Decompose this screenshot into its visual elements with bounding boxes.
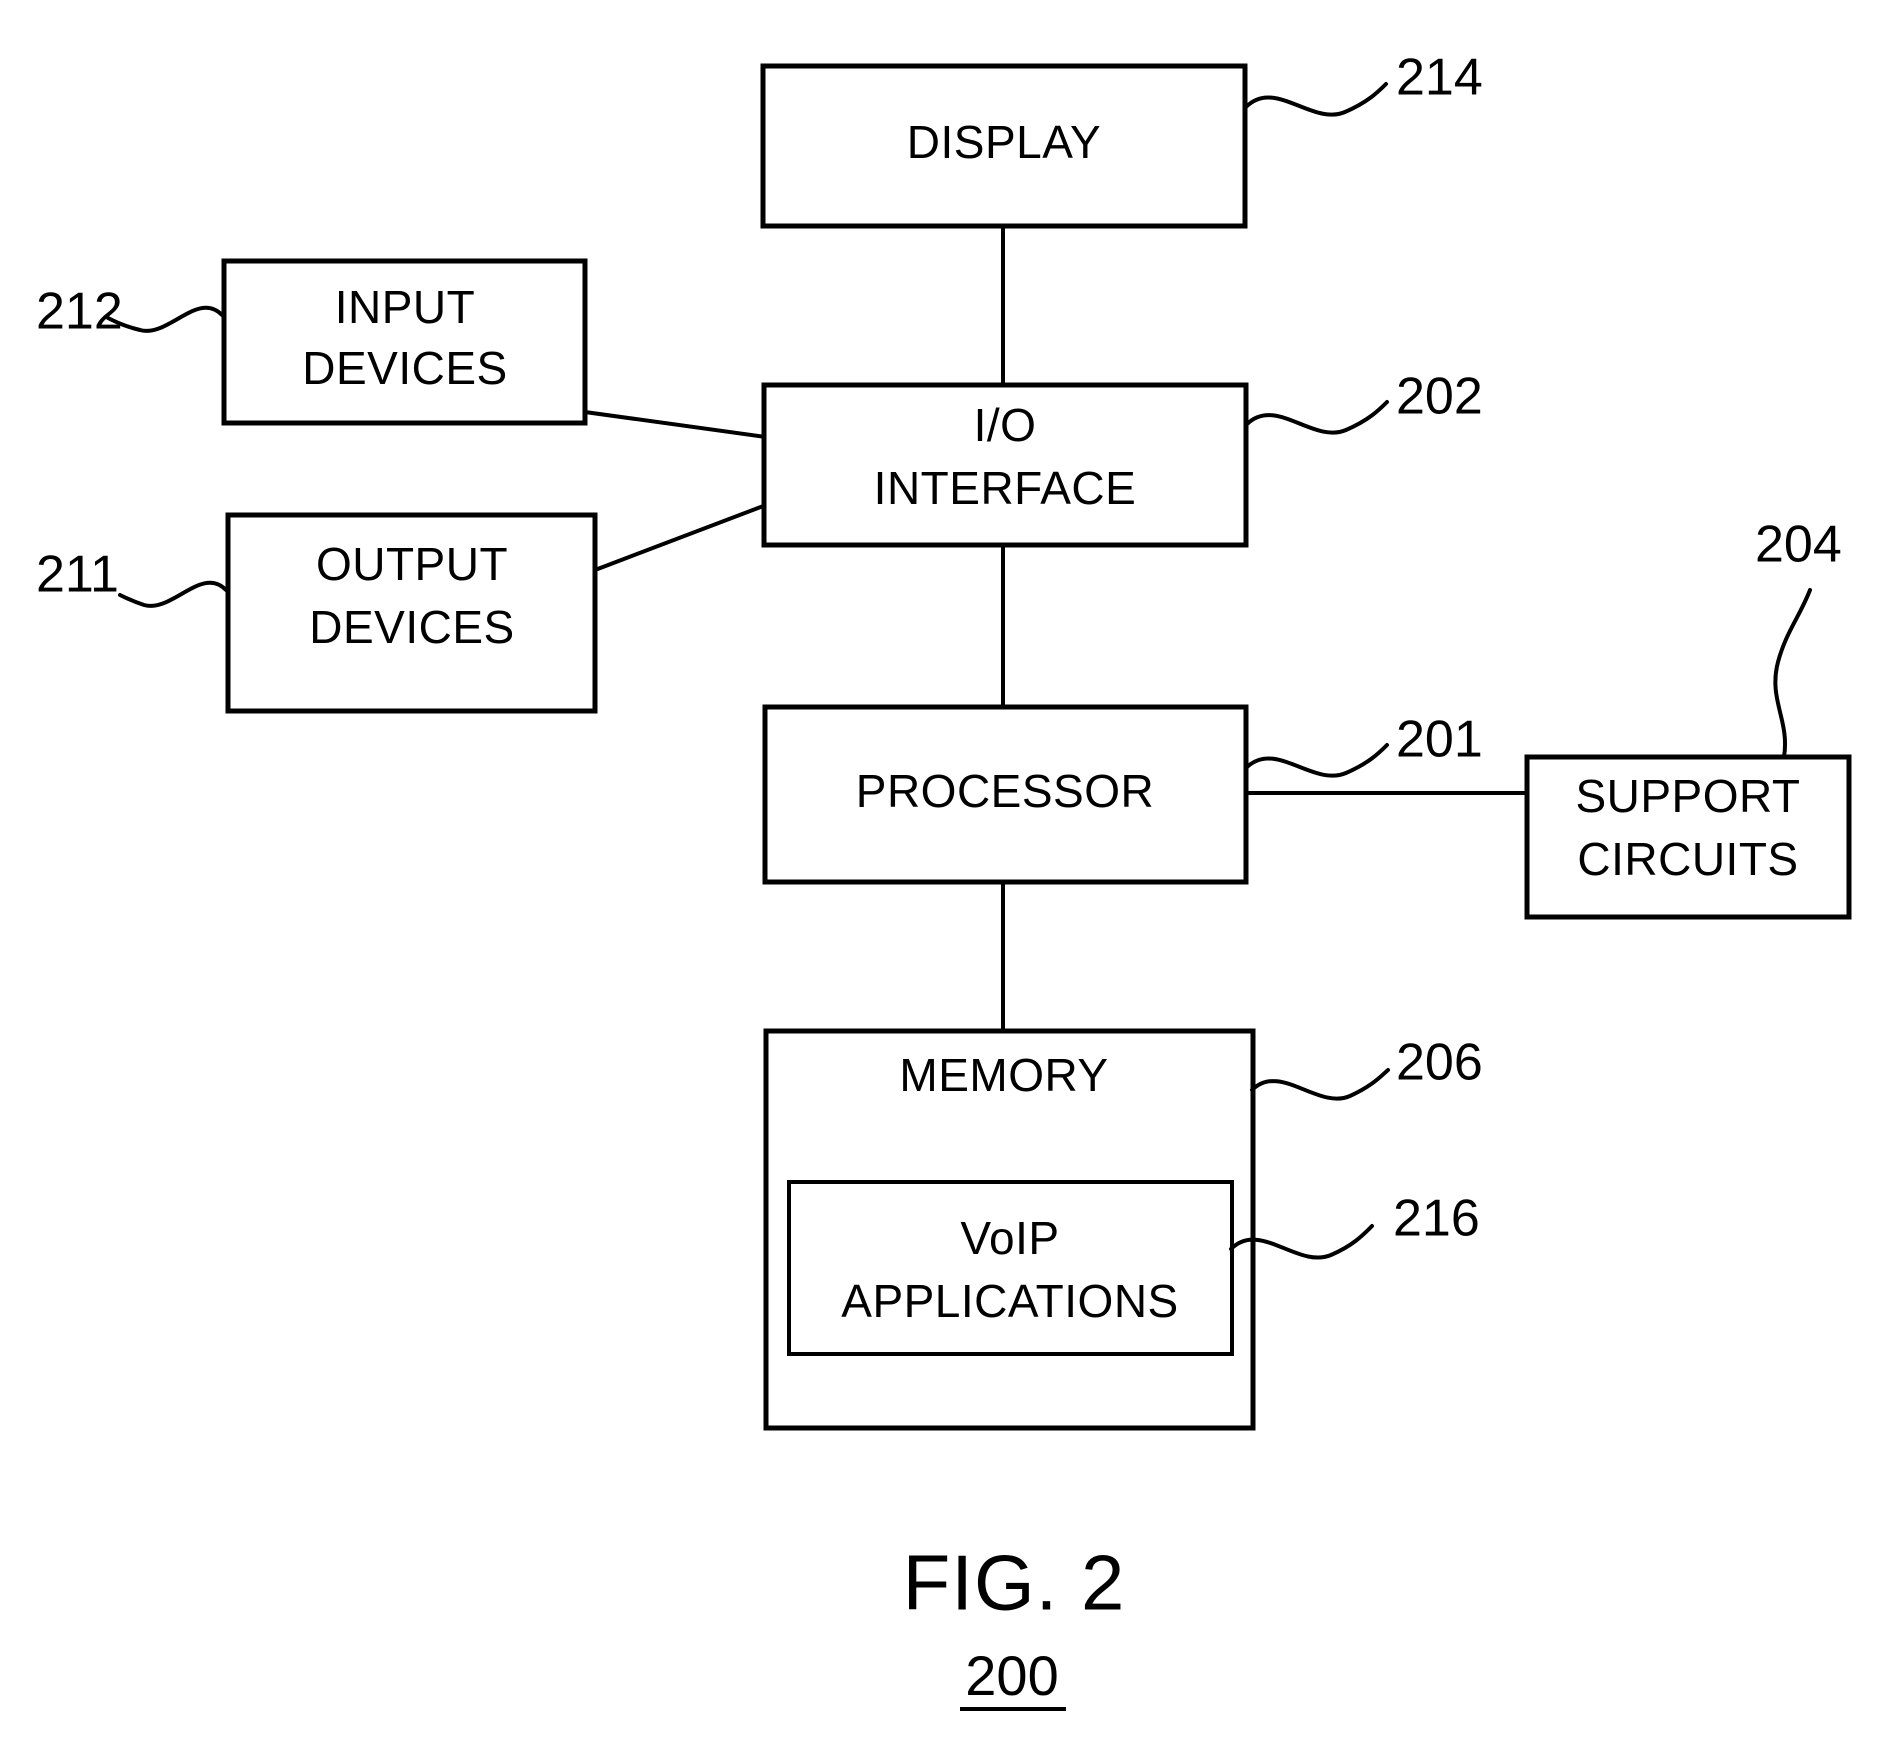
display-label: DISPLAY [907,116,1101,168]
reference-216: 216 [1229,1190,1480,1260]
leader-line-201 [1245,743,1389,778]
block-support-circuits[interactable]: SUPPORT CIRCUITS [1524,754,1852,920]
block-display[interactable]: DISPLAY [760,63,1248,229]
support-circuits-label-line1: SUPPORT [1575,770,1800,822]
block-processor[interactable]: PROCESSOR [762,704,1249,885]
input-devices-label-line2: DEVICES [302,342,507,394]
input-devices-label-line1: INPUT [335,281,476,333]
block-io-interface[interactable]: I/O INTERFACE [761,382,1249,548]
patent-figure-canvas: DISPLAY INPUT DEVICES OUTPUT DEVICES I/O… [0,0,1901,1762]
ref-number-204: 204 [1755,516,1842,574]
ref-number-206: 206 [1396,1034,1483,1092]
ref-number-216: 216 [1393,1190,1480,1248]
reference-202: 202 [1245,368,1483,435]
io-interface-label-line2: INTERFACE [874,462,1137,514]
leader-line-214 [1244,82,1388,117]
block-memory[interactable]: MEMORY VoIP APPLICATIONS [763,1028,1256,1431]
reference-201: 201 [1245,711,1483,778]
reference-204: 204 [1755,516,1842,759]
figure-caption: FIG. 2 200 [903,1539,1126,1711]
leader-line-204 [1773,588,1812,759]
output-devices-label-line2: DEVICES [309,601,514,653]
leader-line-206 [1250,1068,1390,1101]
figure-title: FIG. 2 [903,1539,1126,1627]
memory-label: MEMORY [899,1049,1108,1101]
block-input-devices[interactable]: INPUT DEVICES [221,258,588,426]
support-circuits-label-line2: CIRCUITS [1577,833,1798,885]
io-interface-label-line1: I/O [974,399,1037,451]
leader-line-211 [118,580,228,608]
block-output-devices[interactable]: OUTPUT DEVICES [225,512,598,714]
ref-number-212: 212 [36,283,123,341]
voip-applications-box[interactable] [787,1180,1234,1356]
processor-label: PROCESSOR [856,765,1154,817]
output-devices-label-line1: OUTPUT [316,538,508,590]
connector-output-to-io [592,502,769,573]
block-voip-applications[interactable]: VoIP APPLICATIONS [787,1180,1234,1356]
reference-211: 211 [36,546,228,608]
connector-lines [582,224,1529,1033]
ref-number-202: 202 [1396,368,1483,426]
connector-input-to-io [582,409,769,440]
voip-applications-label-line1: VoIP [960,1212,1059,1264]
block-diagram: DISPLAY INPUT DEVICES OUTPUT DEVICES I/O… [36,49,1852,1711]
ref-number-214: 214 [1396,49,1483,107]
leader-line-212 [106,305,224,333]
reference-214: 214 [1244,49,1483,117]
ref-number-201: 201 [1396,711,1483,769]
reference-212: 212 [36,283,224,341]
voip-applications-label-line2: APPLICATIONS [841,1275,1178,1327]
figure-number: 200 [965,1644,1058,1707]
ref-number-211: 211 [36,546,119,604]
reference-206: 206 [1250,1034,1483,1101]
leader-line-202 [1245,400,1389,435]
